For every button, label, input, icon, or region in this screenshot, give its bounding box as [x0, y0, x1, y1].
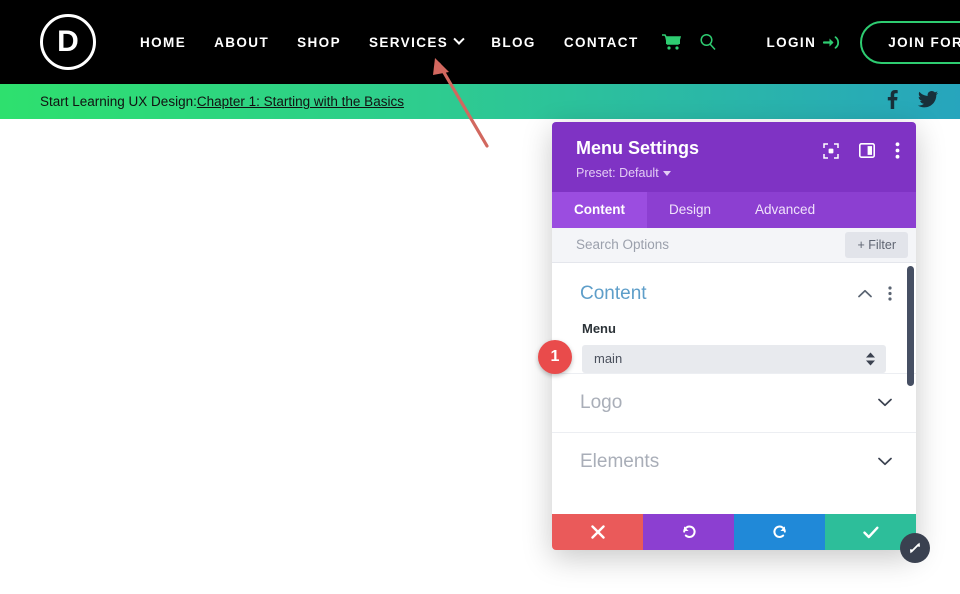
chevron-down-icon[interactable]	[878, 398, 892, 407]
nav-item-blog[interactable]: BLOG	[477, 35, 550, 50]
nav-label: ABOUT	[214, 35, 269, 50]
twitter-icon[interactable]	[918, 91, 938, 113]
tab-advanced[interactable]: Advanced	[733, 192, 837, 228]
redo-button[interactable]	[734, 514, 825, 550]
site-logo[interactable]: D	[40, 14, 96, 70]
nav-label: SERVICES	[369, 35, 448, 50]
header-right-actions: LOGIN JOIN FOR F	[766, 0, 960, 84]
nav-item-services[interactable]: SERVICES	[355, 35, 477, 50]
section-title: Logo	[580, 392, 622, 414]
menu-settings-modal: Menu Settings Preset: Default	[552, 122, 916, 550]
chevron-up-icon[interactable]	[858, 289, 872, 298]
checkmark-icon	[863, 526, 879, 539]
modal-resize-handle[interactable]	[900, 533, 930, 563]
tab-design[interactable]: Design	[647, 192, 733, 228]
section-title: Content	[580, 283, 647, 305]
close-x-icon	[591, 525, 605, 539]
nav-item-home[interactable]: HOME	[126, 35, 200, 50]
chevron-down-icon	[454, 34, 465, 45]
split-layout-icon[interactable]	[859, 143, 875, 158]
menu-field-label: Menu	[582, 321, 886, 336]
section-header-icons	[858, 286, 892, 301]
nav-item-shop[interactable]: SHOP	[283, 35, 355, 50]
step-badge-1: 1	[538, 340, 572, 374]
sign-in-icon	[823, 35, 840, 50]
facebook-icon[interactable]	[887, 90, 898, 114]
modal-body: Content	[552, 263, 916, 514]
nav-item-about[interactable]: ABOUT	[200, 35, 283, 50]
section-title: Elements	[580, 451, 659, 473]
site-header: D HOME ABOUT SHOP SERVICES BLOG CONTACT	[0, 0, 960, 84]
login-label: LOGIN	[766, 35, 816, 50]
shopping-cart-icon[interactable]	[653, 34, 690, 50]
menu-field-group: Menu main	[552, 319, 916, 373]
nav-label: CONTACT	[564, 35, 639, 50]
scrollbar-thumb[interactable]	[907, 266, 914, 386]
kebab-menu-icon[interactable]	[895, 142, 900, 159]
modal-action-bar	[552, 514, 916, 550]
logo-letter: D	[57, 27, 79, 57]
stepper-updown-icon[interactable]	[866, 352, 875, 365]
preset-label: Preset: Default	[576, 166, 659, 180]
promo-social-icons	[887, 84, 938, 119]
undo-button[interactable]	[643, 514, 734, 550]
promo-banner: Start Learning UX Design: Chapter 1: Sta…	[0, 84, 960, 119]
modal-tabs: Content Design Advanced	[552, 192, 916, 228]
main-navigation: HOME ABOUT SHOP SERVICES BLOG CONTACT	[126, 33, 726, 51]
menu-select[interactable]: main	[582, 345, 886, 373]
search-options-row: + Filter	[552, 228, 916, 263]
filter-button[interactable]: + Filter	[845, 232, 908, 258]
menu-select-value: main	[594, 351, 622, 366]
redo-arrow-icon	[772, 524, 788, 540]
section-header-logo[interactable]: Logo	[552, 373, 916, 432]
modal-titlebar: Menu Settings Preset: Default	[552, 122, 916, 192]
search-input[interactable]	[576, 237, 845, 252]
promo-text: Start Learning UX Design:	[40, 94, 197, 109]
nav-label: SHOP	[297, 35, 341, 50]
resize-diagonal-icon	[907, 540, 923, 556]
nav-label: HOME	[140, 35, 186, 50]
page-root: D HOME ABOUT SHOP SERVICES BLOG CONTACT	[0, 0, 960, 594]
caret-down-icon	[663, 171, 671, 176]
chevron-down-icon[interactable]	[878, 457, 892, 466]
search-icon[interactable]	[690, 33, 726, 51]
focus-frame-icon[interactable]	[823, 143, 839, 159]
undo-arrow-icon	[681, 524, 697, 540]
modal-titlebar-icons	[823, 142, 900, 159]
section-header-elements[interactable]: Elements	[552, 432, 916, 491]
kebab-menu-icon[interactable]	[888, 286, 892, 301]
nav-item-contact[interactable]: CONTACT	[550, 35, 653, 50]
cancel-button[interactable]	[552, 514, 643, 550]
login-button[interactable]: LOGIN	[766, 35, 840, 50]
join-for-free-button[interactable]: JOIN FOR F	[860, 21, 960, 64]
section-header-content[interactable]: Content	[552, 263, 916, 319]
nav-label: BLOG	[491, 35, 536, 50]
panel-scrollbar[interactable]	[907, 263, 914, 514]
tab-content[interactable]: Content	[552, 192, 647, 228]
preset-selector[interactable]: Preset: Default	[576, 166, 898, 180]
menu-select-wrapper: main	[582, 345, 886, 373]
promo-link[interactable]: Chapter 1: Starting with the Basics	[197, 94, 404, 109]
